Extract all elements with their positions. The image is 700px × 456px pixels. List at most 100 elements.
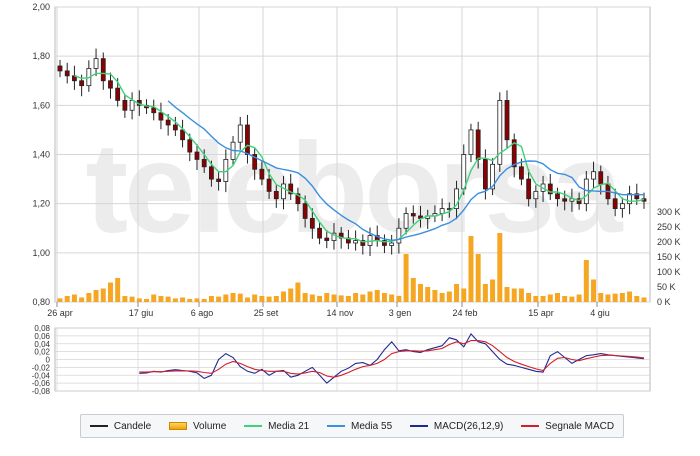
volume-bar [504,287,510,302]
x-tick-label: 24 feb [452,308,477,318]
volume-bar [309,294,315,302]
candle-body [115,87,121,101]
candle-body [79,80,85,87]
volume-bar [403,254,409,302]
volume-bar [237,293,243,302]
volume-bar [439,293,445,302]
legend-item-ma21: Media 21 [244,421,309,432]
volume-bar [230,293,236,302]
candle-body [583,178,589,205]
volume-bar [410,278,416,302]
volume-bar [266,296,272,302]
volume-bar [158,296,164,302]
volume-bar [93,290,99,302]
volume-bar [151,294,157,302]
volume-bar [490,279,496,302]
volume-bar [396,296,402,302]
candle-body [396,227,402,244]
candle-body [165,119,171,126]
volume-bar [129,296,135,302]
x-tick-label: 17 giu [129,308,154,318]
price-y-tick-label: 1,40 [32,150,50,160]
volume-bar [64,296,70,302]
volume-bar [562,296,568,302]
candle-body [475,129,481,160]
volume-bar [136,298,142,302]
volume-bar [540,296,546,302]
candle-body [172,124,178,131]
chart-legend: Candele Volume Media 21 Media 55 MACD(26… [80,414,624,438]
volume-bar [107,282,113,302]
volume-axis-label: 100 K [657,267,681,277]
volume-bar [273,296,279,302]
candle-body [122,100,128,111]
volume-bar [468,236,474,302]
price-y-tick-label: 1,20 [32,199,50,209]
stock-chart: teleborsa 2,00 1,80 1,60 1,40 1,20 1,00 0,80 26 … [0,0,700,451]
volume-bar [331,294,337,302]
volume-bar [338,295,344,302]
candle-body [237,124,243,143]
candle-body [194,151,200,160]
volume-bar [526,293,532,302]
candle-body [482,159,488,190]
volume-bar [583,260,589,302]
price-y-tick-label: 1,00 [32,248,50,258]
x-tick-label: 14 nov [326,308,354,318]
legend-swatch-ma21 [244,425,263,427]
candle-body [259,168,265,180]
volume-bar [71,294,77,302]
x-tick-label: 4 giu [590,308,610,318]
legend-swatch-macd [409,425,428,427]
legend-item-volume: Volume [168,421,226,432]
volume-bar [569,296,575,302]
candle-body [504,100,510,141]
candle-body [468,129,474,155]
candle-body [266,178,272,192]
legend-label-signal: Segnale MACD [545,420,615,432]
volume-axis-label: 250 K [657,222,681,232]
candle-body [461,154,467,190]
legend-swatch-signal [521,425,540,427]
candle-body [526,178,532,200]
volume-bar [324,293,330,302]
legend-label-ma21: Media 21 [268,420,310,432]
candle-body [439,208,445,214]
candle-body [389,242,395,246]
volume-bar [482,284,488,302]
volume-bar [576,294,582,302]
macd-y-tick-label: -0,08 [32,387,51,396]
volume-bar [475,254,481,302]
x-tick-label: 6 ago [191,308,214,318]
legend-item-ma55: Media 55 [327,421,392,432]
volume-bar [295,282,301,302]
volume-bar [381,293,387,302]
price-y-tick-label: 1,80 [32,51,50,61]
legend-swatch-candles [89,425,108,427]
candle-body [108,80,113,89]
volume-bar [208,296,214,302]
volume-bar [187,299,193,302]
volume-bar [100,288,106,302]
candle-body [619,203,625,209]
candle-body [129,100,135,111]
volume-bar [244,297,250,302]
volume-bar [252,294,258,302]
volume-bar [201,299,207,302]
candle-body [151,107,157,114]
candle-body [612,198,618,209]
volume-bar [612,293,618,302]
legend-item-candles: Candele [89,421,151,432]
volume-bar [216,296,222,302]
volume-bar [353,293,359,302]
volume-bar [172,298,178,302]
price-y-tick-label: 0,80 [32,297,50,307]
candle-body [353,240,359,244]
volume-axis-label: 150 K [657,252,681,262]
candle-body [201,159,207,168]
legend-swatch-volume [168,422,187,430]
legend-item-macd: MACD(26,12,9) [409,421,503,432]
candle-body [57,65,63,72]
volume-bar [281,291,286,302]
price-y-tick-label: 1,60 [32,100,50,110]
